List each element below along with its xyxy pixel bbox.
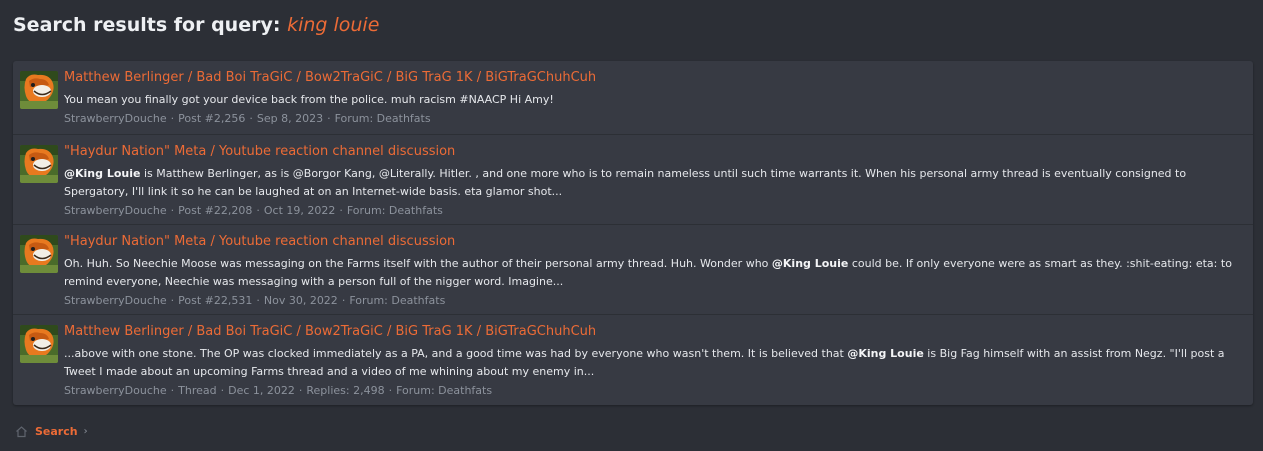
- meta-separator: ·: [170, 384, 175, 397]
- result-title-link[interactable]: Matthew Berlinger / Bad Boi TraGiC / Bow…: [64, 323, 1245, 341]
- search-result-item: "Haydur Nation" Meta / Youtube reaction …: [13, 135, 1253, 225]
- result-post-link[interactable]: Thread: [178, 384, 216, 397]
- breadcrumb: Search ›: [15, 425, 88, 438]
- result-post-link[interactable]: Post #22,208: [178, 204, 252, 217]
- meta-separator: ·: [256, 204, 260, 217]
- result-date: Sep 8, 2023: [256, 112, 324, 125]
- search-query: king louie: [287, 14, 380, 36]
- result-meta: StrawberryDouche · Post #2,256 · Sep 8, 2023…: [64, 111, 1245, 127]
- result-date: Dec 1, 2022: [228, 384, 295, 397]
- author-link[interactable]: StrawberryDouche: [64, 204, 167, 217]
- result-snippet: ...above with one stone. The OP was cloc…: [64, 345, 1245, 381]
- meta-separator: ·: [170, 112, 175, 125]
- result-meta: StrawberryDouche · Post #22,531 · Nov 30, 20…: [64, 293, 1245, 309]
- search-result-item: Matthew Berlinger / Bad Boi TraGiC / Bow…: [13, 315, 1253, 405]
- result-snippet: You mean you finally got your device bac…: [64, 91, 1245, 109]
- result-forum-link[interactable]: Forum: Deathfats: [347, 204, 443, 217]
- result-title-link[interactable]: "Haydur Nation" Meta / Youtube reaction …: [64, 143, 1245, 161]
- result-forum-link[interactable]: Forum: Deathfats: [396, 384, 492, 397]
- page-title-label: Search results for query:: [13, 14, 288, 36]
- result-date: Nov 30, 2022: [263, 294, 338, 307]
- meta-separator: ·: [388, 384, 393, 397]
- meta-separator: ·: [170, 294, 175, 307]
- meta-separator: ·: [170, 204, 175, 217]
- avatar[interactable]: [20, 325, 58, 363]
- search-result-item: "Haydur Nation" Meta / Youtube reaction …: [13, 225, 1253, 315]
- result-meta: StrawberryDouche · Thread · Dec 1, 2022 · Repl…: [64, 383, 1245, 399]
- result-snippet: @King Louie is Matthew Berlinger, as is …: [64, 165, 1245, 201]
- author-link[interactable]: StrawberryDouche: [64, 294, 167, 307]
- avatar[interactable]: [20, 71, 58, 109]
- result-snippet: Oh. Huh. So Neechie Moose was messaging …: [64, 255, 1245, 291]
- result-post-link[interactable]: Post #2,256: [178, 112, 245, 125]
- avatar[interactable]: [20, 235, 58, 273]
- search-results-list: Matthew Berlinger / Bad Boi TraGiC / Bow…: [13, 61, 1253, 405]
- result-post-link[interactable]: Post #22,531: [178, 294, 252, 307]
- meta-separator: ·: [298, 384, 303, 397]
- page-title: Search results for query: king louie: [13, 14, 379, 36]
- avatar[interactable]: [20, 145, 58, 183]
- result-meta: StrawberryDouche · Post #22,208 · Oct 19, 20…: [64, 203, 1245, 219]
- result-date: Oct 19, 2022: [263, 204, 336, 217]
- author-link[interactable]: StrawberryDouche: [64, 112, 167, 125]
- snippet-text: Oh. Huh. So Neechie Moose was messaging …: [64, 257, 772, 270]
- result-title-link[interactable]: Matthew Berlinger / Bad Boi TraGiC / Bow…: [64, 69, 1245, 87]
- meta-separator: ·: [256, 294, 260, 307]
- meta-separator: ·: [341, 294, 346, 307]
- mention-highlight: @King Louie: [847, 347, 924, 360]
- result-replies: Replies: 2,498: [306, 384, 385, 397]
- snippet-text: ...above with one stone. The OP was cloc…: [64, 347, 848, 360]
- meta-separator: ·: [220, 384, 225, 397]
- chevron-right-icon: ›: [83, 426, 88, 437]
- mention-highlight: @King Louie: [64, 167, 141, 180]
- snippet-text: is Matthew Berlinger, as is @Borgor Kang…: [64, 167, 1187, 198]
- search-result-item: Matthew Berlinger / Bad Boi TraGiC / Bow…: [13, 61, 1253, 135]
- meta-separator: ·: [327, 112, 331, 125]
- snippet-text: You mean you finally got your device bac…: [64, 93, 554, 106]
- meta-separator: ·: [339, 204, 343, 217]
- author-link[interactable]: StrawberryDouche: [64, 384, 167, 397]
- result-forum-link[interactable]: Forum: Deathfats: [349, 294, 445, 307]
- result-forum-link[interactable]: Forum: Deathfats: [335, 112, 431, 125]
- meta-separator: ·: [249, 112, 253, 125]
- breadcrumb-search-link[interactable]: Search: [35, 425, 78, 438]
- home-icon[interactable]: [15, 425, 28, 438]
- mention-highlight: @King Louie: [771, 257, 849, 270]
- result-title-link[interactable]: "Haydur Nation" Meta / Youtube reaction …: [64, 233, 1245, 251]
